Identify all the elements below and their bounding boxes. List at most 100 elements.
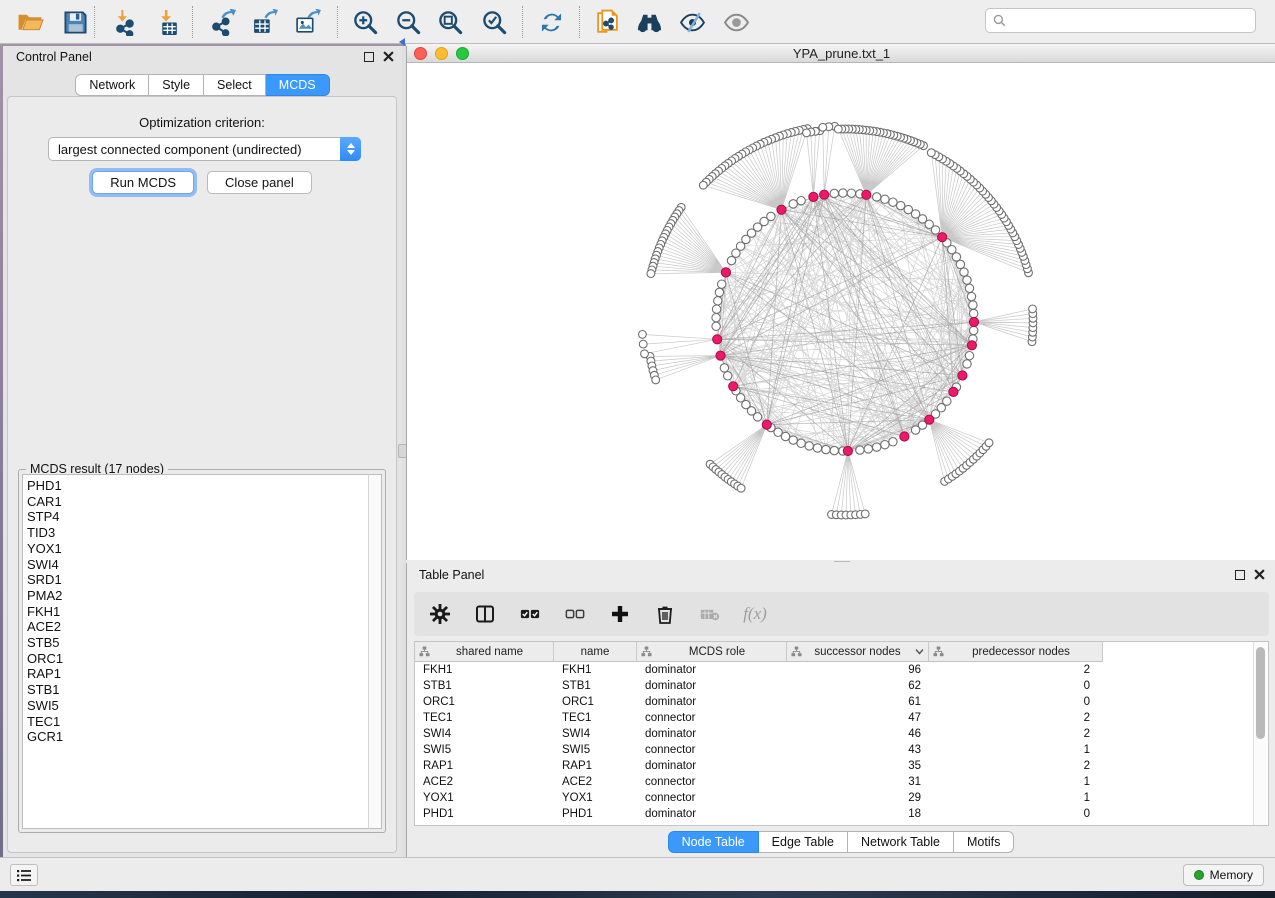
graph-hub-node[interactable] (762, 420, 771, 429)
mcds-result-item[interactable]: SWI5 (27, 698, 369, 714)
column-header-predecessor-nodes[interactable]: predecessor nodes (929, 642, 1103, 662)
add-column-button[interactable] (608, 602, 632, 626)
graph-hub-node[interactable] (862, 190, 871, 199)
graph-node[interactable] (889, 198, 897, 206)
graph-node[interactable] (943, 397, 951, 405)
graph-node[interactable] (963, 360, 971, 368)
open-file-button[interactable] (11, 4, 49, 40)
graph-node[interactable] (727, 256, 735, 264)
mcds-result-item[interactable]: STB5 (27, 635, 369, 651)
mcds-list-scrollbar[interactable] (368, 474, 382, 829)
graph-node[interactable] (965, 352, 973, 360)
table-row[interactable]: YOX1YOX1connector291 (415, 790, 1268, 806)
memory-button[interactable]: Memory (1183, 864, 1264, 886)
graph-leaf-node[interactable] (737, 484, 745, 492)
mcds-result-item[interactable]: YOX1 (27, 541, 369, 557)
graph-leaf-node[interactable] (861, 510, 869, 518)
graph-hub-node[interactable] (713, 335, 722, 344)
graph-node[interactable] (822, 445, 830, 453)
graph-hub-node[interactable] (900, 432, 909, 441)
graph-node[interactable] (970, 309, 978, 317)
hide-details-button[interactable] (673, 4, 711, 40)
table-row[interactable]: TEC1TEC1connector472 (415, 710, 1268, 726)
import-network-button[interactable] (106, 4, 144, 40)
mcds-result-list[interactable]: PHD1CAR1STP4TID3YOX1SWI4SRD1PMA2FKH1ACE2… (22, 474, 370, 829)
mcds-result-item[interactable]: SRD1 (27, 572, 369, 588)
graph-leaf-node[interactable] (985, 439, 993, 447)
graph-node[interactable] (830, 446, 838, 454)
graph-hub-node[interactable] (721, 268, 730, 277)
control-panel-tab-style[interactable]: Style (149, 74, 204, 96)
graph-node[interactable] (781, 432, 789, 440)
table-row[interactable]: ACE2ACE2connector311 (415, 774, 1268, 790)
graph-node[interactable] (963, 276, 971, 284)
mcds-result-item[interactable]: FKH1 (27, 604, 369, 620)
refresh-layout-button[interactable] (532, 4, 570, 40)
graph-node[interactable] (830, 189, 838, 197)
graph-leaf-node[interactable] (927, 149, 935, 157)
graph-node[interactable] (714, 297, 722, 305)
mcds-result-item[interactable]: ORC1 (27, 651, 369, 667)
table-row[interactable]: ORC1ORC1dominator610 (415, 694, 1268, 710)
graph-leaf-node[interactable] (1029, 305, 1037, 313)
graph-node[interactable] (718, 280, 726, 288)
graph-node[interactable] (970, 326, 978, 334)
run-mcds-button[interactable]: Run MCDS (92, 171, 194, 194)
graph-leaf-node[interactable] (819, 123, 827, 131)
graph-node[interactable] (881, 195, 889, 203)
split-panel-button[interactable] (473, 602, 497, 626)
zoom-in-button[interactable] (346, 4, 384, 40)
table-tab-motifs[interactable]: Motifs (954, 831, 1014, 853)
table-row[interactable]: SWI4SWI4dominator462 (415, 726, 1268, 742)
optimization-criterion-select[interactable]: largest connected component (undirected) (48, 137, 361, 161)
deselect-all-button[interactable] (563, 602, 587, 626)
graph-node[interactable] (715, 288, 723, 296)
table-row[interactable]: SWI5SWI5connector431 (415, 742, 1268, 758)
mcds-result-item[interactable]: STB1 (27, 682, 369, 698)
graph-node[interactable] (724, 372, 732, 380)
graph-node[interactable] (881, 441, 889, 449)
close-panel-icon[interactable] (383, 51, 394, 62)
graph-hub-node[interactable] (967, 341, 976, 350)
graph-leaf-node[interactable] (639, 340, 647, 348)
control-panel-tab-mcds[interactable]: MCDS (266, 74, 330, 96)
graph-node[interactable] (813, 444, 821, 452)
graph-node[interactable] (960, 268, 968, 276)
mcds-result-item[interactable]: TID3 (27, 525, 369, 541)
graph-node[interactable] (789, 436, 797, 444)
mcds-result-item[interactable]: PHD1 (27, 478, 369, 494)
select-all-button[interactable] (518, 602, 542, 626)
graph-leaf-node[interactable] (834, 125, 842, 133)
export-network-button[interactable] (203, 4, 241, 40)
table-tab-edge-table[interactable]: Edge Table (759, 831, 848, 853)
graph-hub-node[interactable] (843, 446, 852, 455)
graph-hub-node[interactable] (729, 382, 738, 391)
graph-node[interactable] (805, 442, 813, 450)
graph-node[interactable] (789, 200, 797, 208)
close-panel-button[interactable]: Close panel (207, 171, 312, 194)
mcds-result-item[interactable]: TEC1 (27, 714, 369, 730)
export-table-button[interactable] (245, 4, 283, 40)
graph-node[interactable] (797, 439, 805, 447)
splitter-collapse-icon[interactable] (399, 38, 405, 46)
import-table-button[interactable] (149, 4, 187, 40)
show-details-button[interactable] (717, 4, 755, 40)
network-view-titlebar[interactable]: YPA_prune.txt_1 (407, 44, 1275, 63)
float-panel-icon[interactable] (364, 52, 374, 62)
graph-node[interactable] (839, 189, 847, 197)
graph-node[interactable] (965, 284, 973, 292)
float-table-panel-icon[interactable] (1235, 570, 1245, 580)
mcds-result-item[interactable]: RAP1 (27, 666, 369, 682)
table-row[interactable]: STB1STB1dominator620 (415, 678, 1268, 694)
control-panel-tab-network[interactable]: Network (75, 74, 149, 96)
mcds-result-item[interactable]: SWI4 (27, 557, 369, 573)
graph-node[interactable] (967, 292, 975, 300)
zoom-selected-button[interactable] (475, 4, 513, 40)
table-row[interactable]: FKH1FKH1dominator962 (415, 662, 1268, 678)
zoom-fit-button[interactable] (431, 4, 469, 40)
delete-table-button[interactable] (698, 602, 722, 626)
control-panel-tab-select[interactable]: Select (204, 74, 266, 96)
graph-node[interactable] (847, 189, 855, 197)
graph-node[interactable] (712, 305, 720, 313)
graph-node[interactable] (864, 445, 872, 453)
